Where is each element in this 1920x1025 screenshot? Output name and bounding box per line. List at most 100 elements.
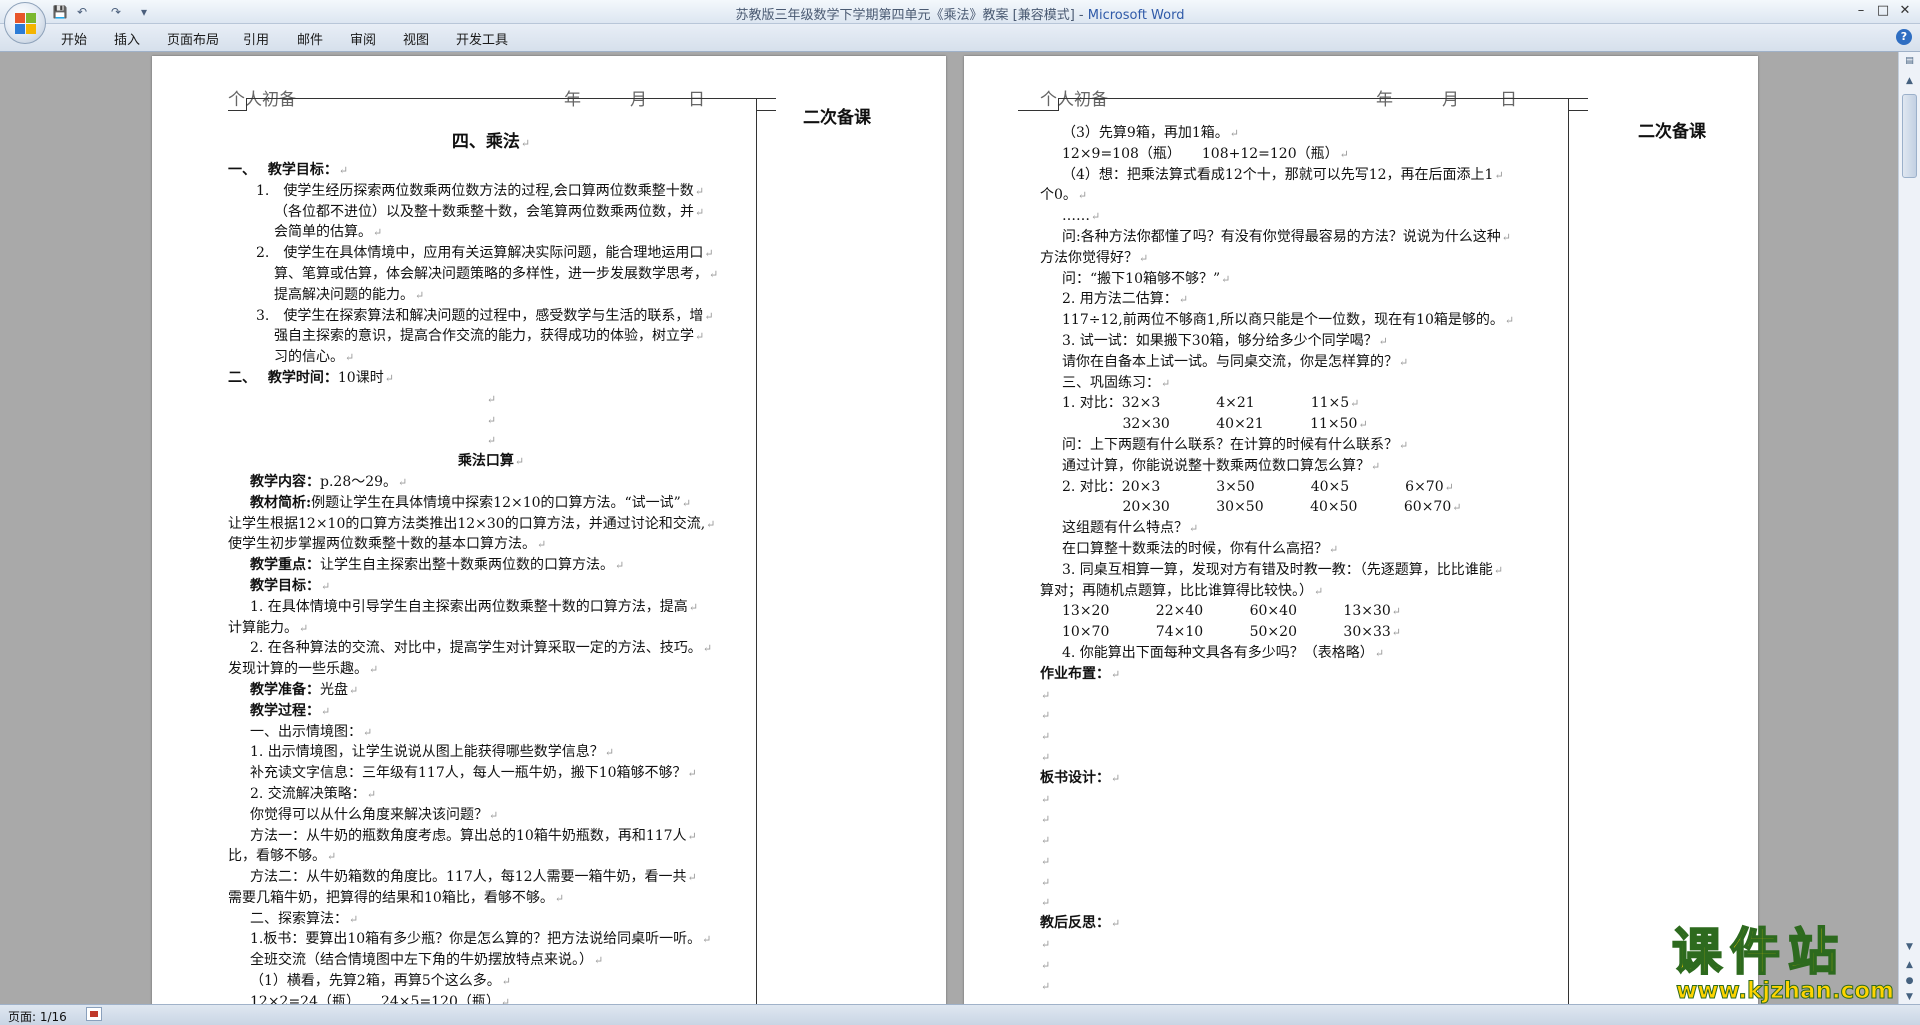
paragraph-mark-icon: ↵ <box>615 559 625 573</box>
paragraph-mark-icon: ↵ <box>1221 272 1231 286</box>
tab-mailings[interactable]: 邮件 <box>297 29 323 48</box>
text-line: 20×30 30×50 40×50 60×70↵ <box>1062 499 1462 516</box>
text-line: 个0。↵ <box>1040 187 1088 204</box>
office-button[interactable] <box>4 2 46 44</box>
text-line: ↵ <box>1040 851 1566 872</box>
secondary-prep-label: 二次备课 <box>1638 122 1706 142</box>
text-line: 补充读文字信息：三年级有117人，每人一瓶牛奶，搬下10箱够不够？↵ <box>250 765 697 782</box>
header-rule-right <box>756 110 776 111</box>
paragraph-mark-icon: ↵ <box>366 787 377 801</box>
paragraph-mark-icon: ↵ <box>1350 397 1360 411</box>
text-line: 方法二：从牛奶箱数的角度比。117人，每12人需要一箱牛奶，看一共↵ <box>250 869 697 886</box>
watermark-title: 课件站 <box>1671 923 1846 981</box>
paragraph-mark-icon: ↵ <box>520 137 531 150</box>
bold-run: 四、乘法 <box>451 132 520 152</box>
text-line: 需要几箱牛奶，把算得的结果和10箱比，看够不够。↵ <box>228 889 565 906</box>
text-line: ↵ <box>228 430 754 451</box>
paragraph-mark-icon: ↵ <box>1161 376 1171 390</box>
text-line: 使学生初步掌握两位数乘整十数的基本口算方法。↵ <box>228 536 547 553</box>
text-line: 一、出示情境图：↵ <box>250 723 373 740</box>
text-line: 提高解决问题的能力。↵ <box>274 286 425 303</box>
paragraph-mark-icon: ↵ <box>345 351 355 365</box>
text-line: 4. 你能算出下面每种文具各有多少吗？（表格略）↵ <box>1062 644 1385 661</box>
watermark-url: www.kjzhan.com <box>1676 978 1895 1005</box>
ribbon-tabs: 开始 插入 页面布局 引用 邮件 审阅 视图 开发工具 ? <box>0 24 1920 52</box>
paragraph-mark-icon: ↵ <box>486 392 497 406</box>
header-rule <box>246 98 776 99</box>
text-line: 1. 使学生经历探索两位数乘两位数方法的过程,会口算两位数乘整十数↵ <box>256 182 705 199</box>
paragraph-mark-icon: ↵ <box>500 995 511 1004</box>
secondary-prep-label: 二次备课 <box>803 108 871 128</box>
tab-view[interactable]: 视图 <box>403 29 429 48</box>
browse-object-icon[interactable]: ● <box>1902 974 1917 989</box>
header-rule-tick <box>1058 98 1059 111</box>
close-icon[interactable]: ✕ <box>1894 2 1916 20</box>
paragraph-mark-icon: ↵ <box>1041 938 1051 952</box>
minimize-icon[interactable]: – <box>1850 2 1872 20</box>
text-line: 二、探索算法：↵ <box>250 910 359 927</box>
paragraph-mark-icon: ↵ <box>1041 792 1051 806</box>
text-line: 计算能力。↵ <box>228 619 309 636</box>
paragraph-mark-icon: ↵ <box>702 933 712 947</box>
tab-insert[interactable]: 插入 <box>114 29 140 48</box>
paragraph-mark-icon: ↵ <box>694 184 705 198</box>
tab-page-layout[interactable]: 页面布局 <box>167 29 219 48</box>
tab-references[interactable]: 引用 <box>243 29 269 48</box>
paragraph-mark-icon: ↵ <box>349 912 359 926</box>
text-line: 教学过程：↵ <box>228 701 754 722</box>
text-line: 乘法口算↵ <box>228 451 754 472</box>
vertical-scrollbar[interactable]: ▤ ▲ ▼ ▲ ● ▼ <box>1898 52 1920 1004</box>
text-line: 教学内容：p.28～29。↵ <box>250 473 408 490</box>
page-indicator[interactable]: 页面: 1/16 <box>8 1008 67 1025</box>
bold-run: 教后反思： <box>1040 915 1110 932</box>
ruler-toggle-icon[interactable]: ▤ <box>1902 54 1917 69</box>
text-line: 方法你觉得好？↵ <box>1040 249 1149 266</box>
paragraph-mark-icon: ↵ <box>695 330 705 344</box>
paragraph-mark-icon: ↵ <box>1091 210 1101 224</box>
previous-page-icon[interactable]: ▲ <box>1902 958 1917 973</box>
help-icon[interactable]: ? <box>1896 29 1912 45</box>
bold-run: 板书设计： <box>1040 769 1110 786</box>
tab-home[interactable]: 开始 <box>61 29 87 48</box>
text-line: 强自主探索的意识，提高合作交流的能力，获得成功的体验，树立学↵ <box>274 328 705 345</box>
bold-run: 二、 教学时间： <box>228 369 338 386</box>
paragraph-mark-icon: ↵ <box>514 455 525 469</box>
tab-developer[interactable]: 开发工具 <box>456 29 508 48</box>
text-line: 3. 使学生在探索算法和解决问题的过程中，感受数学与生活的联系，增↵ <box>256 307 714 324</box>
text-line: 1.板书：要算出10箱有多少瓶？你是怎么算的？把方法说给同桌听一听。↵ <box>250 931 712 948</box>
paragraph-mark-icon: ↵ <box>1041 730 1051 744</box>
next-page-icon[interactable]: ▼ <box>1902 990 1917 1005</box>
paragraph-mark-icon: ↵ <box>704 247 714 261</box>
paragraph-mark-icon: ↵ <box>687 829 697 843</box>
bold-run: 教学过程： <box>250 702 320 719</box>
text-line: 1. 出示情境图，让学生说说从图上能获得哪些数学信息？↵ <box>250 744 615 761</box>
paragraph-mark-icon: ↵ <box>1041 854 1051 868</box>
paragraph-mark-icon: ↵ <box>486 413 497 427</box>
paragraph-mark-icon: ↵ <box>709 267 719 281</box>
document-workspace: 个人初备 年 月 日 二次备课 四、乘法↵ 一、 教学目标：↵ 1. 使学生经历探索… <box>0 52 1898 1004</box>
restore-icon[interactable]: □ <box>1872 2 1894 20</box>
paragraph-mark-icon: ↵ <box>1041 896 1051 910</box>
header-rule-tick <box>246 98 247 111</box>
paragraph-mark-icon: ↵ <box>1391 605 1402 619</box>
header-rule-left <box>228 110 246 111</box>
text-line: 发现计算的一些乐趣。↵ <box>228 661 379 678</box>
paragraph-mark-icon: ↵ <box>695 205 705 219</box>
text-line: 问:各种方法你都懂了吗？有没有你觉得最容易的方法？说说为什么这种↵ <box>1062 228 1511 245</box>
text-line: 教学重点：让学生自主探索出整十数乘两位数的口算方法。↵ <box>250 557 625 574</box>
scroll-up-icon[interactable]: ▲ <box>1902 74 1917 89</box>
bold-run: 教学目标： <box>250 577 320 594</box>
document-page-right: 个人初备 年 月 日 二次备课 （3）先算9箱，再加1箱。↵ 12×9=108（瓶… <box>964 56 1758 1004</box>
text-line: 117÷12,前两位不够商1,所以商只能是个一位数，现在有10箱是够的。↵ <box>1062 312 1515 329</box>
text-line: 2. 在各种算法的交流、对比中，提高学生对计算采取一定的方法、技巧。↵ <box>250 640 713 657</box>
paragraph-mark-icon: ↵ <box>1391 626 1402 640</box>
proofing-icon[interactable] <box>86 1007 102 1021</box>
text-line: 你觉得可以从什么角度来解决该问题？↵ <box>250 806 499 823</box>
text-line: 这组题有什么特点？↵ <box>1062 520 1199 537</box>
scroll-thumb[interactable] <box>1902 94 1917 178</box>
paragraph-mark-icon: ↵ <box>1178 293 1189 307</box>
scroll-down-icon[interactable]: ▼ <box>1902 940 1917 955</box>
paragraph-mark-icon: ↵ <box>1189 522 1199 536</box>
paragraph-mark-icon: ↵ <box>604 746 615 760</box>
tab-review[interactable]: 审阅 <box>350 29 376 48</box>
